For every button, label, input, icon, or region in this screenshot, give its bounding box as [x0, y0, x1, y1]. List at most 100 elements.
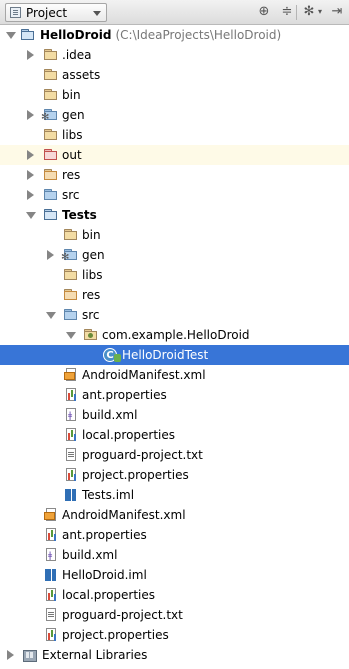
node-label: bin — [82, 228, 101, 242]
node-label: AndroidManifest.xml — [82, 368, 206, 382]
module-folder-icon — [20, 27, 36, 43]
node-label: local.properties — [62, 588, 156, 602]
library-icon — [22, 647, 38, 663]
tree-node-tests-ant[interactable]: ant.properties — [0, 385, 349, 405]
node-label: project.properties — [62, 628, 169, 642]
module-folder-icon — [43, 207, 59, 223]
tree-node-root[interactable]: HelloDroid (C:\IdeaProjects\HelloDroid) — [0, 25, 349, 45]
tree-node-ant[interactable]: ant.properties — [0, 525, 349, 545]
gear-icon[interactable]: ✻ — [302, 4, 316, 20]
node-label: res — [82, 288, 101, 302]
expand-arrow-icon[interactable] — [65, 325, 77, 345]
tree-node-tests-iml[interactable]: Tests.iml — [0, 485, 349, 505]
tree-node-tests-res[interactable]: res — [0, 285, 349, 305]
folder-icon — [63, 267, 79, 283]
expand-arrow-icon[interactable] — [45, 305, 57, 325]
node-label: HelloDroidTest — [122, 348, 209, 362]
tree-node-class-selected[interactable]: C HelloDroidTest — [0, 345, 349, 365]
node-label: src — [62, 188, 80, 202]
tree-node-src[interactable]: src — [0, 185, 349, 205]
hide-panel-icon[interactable]: ⇥ — [330, 4, 344, 20]
tree-node-tests-project[interactable]: project.properties — [0, 465, 349, 485]
collapse-arrow-icon[interactable] — [45, 245, 57, 265]
generated-sources-folder-icon: ✻ — [61, 247, 79, 263]
node-label: AndroidManifest.xml — [62, 508, 186, 522]
text-file-icon — [43, 607, 59, 623]
tree-node-libs[interactable]: libs — [0, 125, 349, 145]
tree-node-package[interactable]: com.example.HelloDroid — [0, 325, 349, 345]
root-module-name: HelloDroid — [40, 28, 112, 42]
module-file-icon — [43, 567, 59, 583]
node-label: libs — [62, 128, 83, 142]
properties-file-icon — [63, 467, 79, 483]
node-label: com.example.HelloDroid — [102, 328, 250, 342]
node-label: bin — [62, 88, 81, 102]
collapse-arrow-icon[interactable] — [25, 105, 37, 125]
tree-node-bin[interactable]: bin — [0, 85, 349, 105]
properties-file-icon — [43, 527, 59, 543]
node-label: out — [62, 148, 82, 162]
collapse-arrow-icon[interactable] — [25, 185, 37, 205]
properties-file-icon — [63, 427, 79, 443]
project-toolbar: Project ⊕ ≑ ✻ ▾ ⇥ — [0, 0, 349, 25]
properties-file-icon — [43, 587, 59, 603]
source-folder-icon — [63, 307, 79, 323]
node-label: assets — [62, 68, 101, 82]
chevron-down-icon — [93, 11, 101, 16]
gear-icon: ✻ — [61, 252, 70, 263]
tree-node-idea[interactable]: .idea — [0, 45, 349, 65]
tree-node-build[interactable]: ǂ build.xml — [0, 545, 349, 565]
tree-node-tests-src[interactable]: src — [0, 305, 349, 325]
gear-menu-arrow-icon[interactable]: ▾ — [316, 4, 324, 20]
tree-node-tests-libs[interactable]: libs — [0, 265, 349, 285]
node-label: gen — [62, 108, 85, 122]
collapse-arrow-icon[interactable] — [5, 645, 17, 665]
node-label: build.xml — [82, 408, 138, 422]
resources-folder-icon — [43, 167, 59, 183]
tree-node-tests-local[interactable]: local.properties — [0, 425, 349, 445]
tree-node-tests-build[interactable]: ǂ build.xml — [0, 405, 349, 425]
excluded-folder-icon — [43, 147, 59, 163]
tree-node-local[interactable]: local.properties — [0, 585, 349, 605]
collapse-arrow-icon[interactable] — [25, 165, 37, 185]
node-label: ant.properties — [62, 528, 147, 542]
project-view-icon — [10, 7, 21, 18]
node-label: gen — [82, 248, 105, 262]
module-file-icon — [63, 487, 79, 503]
view-selector-dropdown[interactable]: Project — [5, 3, 107, 22]
tree-node-assets[interactable]: assets — [0, 65, 349, 85]
scroll-from-source-icon[interactable]: ⊕ — [256, 4, 272, 20]
generated-sources-folder-icon: ✻ — [41, 107, 59, 123]
collapse-arrow-icon[interactable] — [25, 45, 37, 65]
node-label: build.xml — [62, 548, 118, 562]
manifest-file-icon — [63, 367, 79, 383]
node-label: libs — [82, 268, 103, 282]
source-folder-icon — [43, 187, 59, 203]
tree-node-tests[interactable]: Tests — [0, 205, 349, 225]
collapse-arrow-icon[interactable] — [25, 145, 37, 165]
tree-node-gen[interactable]: ✻ gen — [0, 105, 349, 125]
tree-node-manifest[interactable]: AndroidManifest.xml — [0, 505, 349, 525]
gear-icon: ✻ — [41, 112, 50, 123]
folder-icon — [43, 67, 59, 83]
tree-node-out[interactable]: out — [0, 145, 349, 165]
tree-node-project[interactable]: project.properties — [0, 625, 349, 645]
view-selector-label: Project — [26, 6, 68, 20]
tree-node-iml[interactable]: HelloDroid.iml — [0, 565, 349, 585]
collapse-all-icon[interactable]: ≑ — [279, 4, 295, 20]
tree-node-res[interactable]: res — [0, 165, 349, 185]
ant-build-file-icon: ǂ — [43, 547, 59, 563]
expand-arrow-icon[interactable] — [5, 25, 17, 45]
text-file-icon — [63, 447, 79, 463]
tree-node-tests-proguard[interactable]: proguard-project.txt — [0, 445, 349, 465]
package-icon — [83, 327, 99, 343]
tree-node-tests-gen[interactable]: ✻ gen — [0, 245, 349, 265]
tree-node-tests-manifest[interactable]: AndroidManifest.xml — [0, 365, 349, 385]
node-label: project.properties — [82, 468, 189, 482]
node-label: local.properties — [82, 428, 176, 442]
folder-icon — [63, 227, 79, 243]
tree-node-external-libraries[interactable]: External Libraries — [0, 645, 349, 665]
tree-node-tests-bin[interactable]: bin — [0, 225, 349, 245]
expand-arrow-icon[interactable] — [25, 205, 37, 225]
tree-node-proguard[interactable]: proguard-project.txt — [0, 605, 349, 625]
